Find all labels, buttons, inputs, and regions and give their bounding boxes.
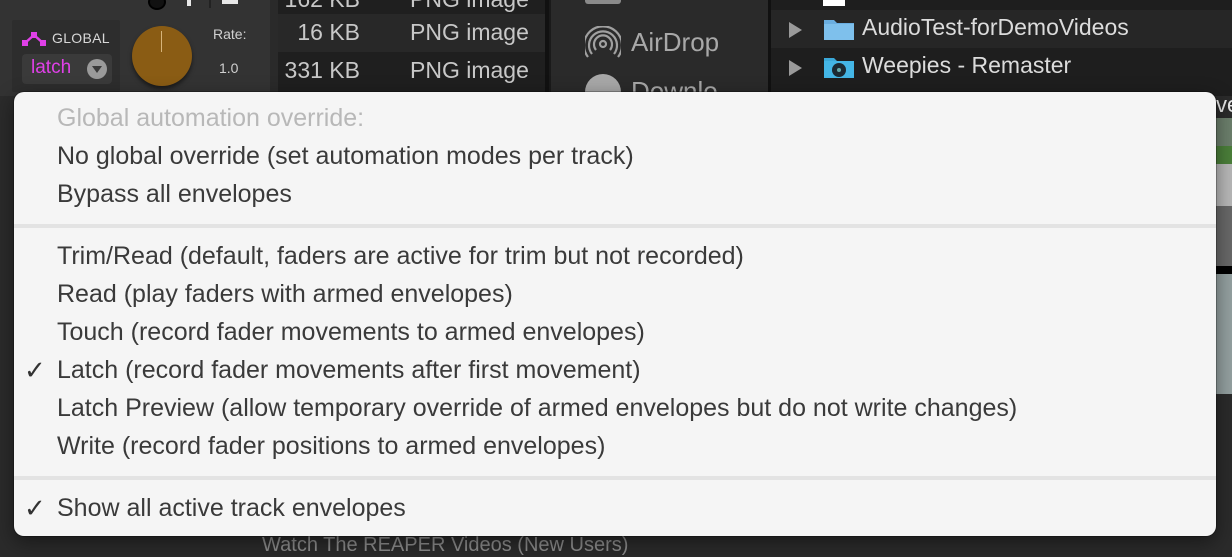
toolbar-separator — [209, 0, 211, 8]
file-row[interactable]: 331 KB PNG image — [278, 52, 545, 90]
folder-icon — [824, 20, 854, 40]
menu-item-label: Bypass all envelopes — [57, 180, 292, 208]
finder-sidebar: AirDrop Downlo — [549, 0, 770, 110]
menu-header: Global automation override: — [14, 99, 1216, 137]
file-size: 331 KB — [284, 57, 360, 83]
menu-item-trim-read[interactable]: Trim/Read (default, faders are active fo… — [14, 237, 1216, 275]
automation-override-menu: Global automation override: No global ov… — [14, 92, 1216, 536]
menu-item-label: Trim/Read (default, faders are active fo… — [57, 242, 744, 270]
finder-file-list: 162 KB PNG image 16 KB PNG image 331 KB … — [270, 0, 553, 96]
tree-item-name: AudioTest-forDemoVideos — [862, 14, 1129, 40]
background-strip-segment — [1216, 118, 1232, 146]
tree-row[interactable]: AudioTest-forDemoVideos — [771, 10, 1232, 48]
sidebar-item-label: AirDrop — [631, 27, 720, 57]
background-strip-segment — [1216, 146, 1232, 164]
background-partial-text: ve — [1216, 92, 1232, 117]
background-link-text: Watch The REAPER Videos (New Users) — [262, 534, 629, 556]
tree-row[interactable] — [771, 0, 1232, 10]
menu-header-label: Global automation override: — [57, 104, 365, 132]
chevron-down-icon — [87, 59, 107, 79]
rate-label: Rate: — [213, 26, 247, 42]
automation-mode-dropdown[interactable]: latch — [22, 54, 112, 84]
tree-row[interactable]: Weepies - Remaster — [771, 48, 1232, 86]
menu-item-read[interactable]: Read (play faders with armed envelopes) — [14, 275, 1216, 313]
menu-item-bypass-all-envelopes[interactable]: Bypass all envelopes — [14, 175, 1216, 213]
minus-icon[interactable] — [222, 0, 238, 4]
folder-icon — [585, 0, 621, 4]
envelope-icon — [22, 32, 46, 46]
menu-item-label: Touch (record fader movements to armed e… — [57, 318, 645, 346]
file-row[interactable]: 16 KB PNG image — [278, 14, 545, 52]
menu-item-label: Read (play faders with armed envelopes) — [57, 280, 513, 308]
disclosure-triangle-icon[interactable] — [789, 60, 802, 76]
tree-item-name: Weepies - Remaster — [862, 52, 1072, 78]
menu-item-label: Write (record fader positions to armed e… — [57, 432, 606, 460]
file-kind: PNG image — [410, 19, 529, 45]
background-strip-segment — [1216, 164, 1232, 206]
playrate-knob[interactable] — [132, 26, 192, 86]
plus-icon[interactable] — [182, 0, 196, 6]
background-strip-segment — [1216, 206, 1232, 266]
automation-mode-value: latch — [31, 57, 72, 78]
menu-item-label: No global override (set automation modes… — [57, 142, 634, 170]
menu-item-write[interactable]: Write (record fader positions to armed e… — [14, 427, 1216, 465]
global-label: GLOBAL — [52, 30, 110, 46]
music-folder-icon — [824, 58, 854, 78]
record-icon[interactable] — [148, 0, 166, 10]
menu-item-show-all-envelopes[interactable]: ✓ Show all active track envelopes — [14, 489, 1216, 527]
menu-item-latch[interactable]: ✓ Latch (record fader movements after fi… — [14, 351, 1216, 389]
menu-item-label: Show all active track envelopes — [57, 494, 406, 522]
rate-value: 1.0 — [219, 60, 239, 76]
background-strip-segment — [1216, 266, 1232, 274]
checkmark-icon: ✓ — [24, 355, 46, 385]
menu-item-touch[interactable]: Touch (record fader movements to armed e… — [14, 313, 1216, 351]
file-kind: PNG image — [410, 57, 529, 83]
menu-separator — [14, 476, 1216, 480]
menu-item-latch-preview[interactable]: Latch Preview (allow temporary override … — [14, 389, 1216, 427]
checkmark-icon: ✓ — [24, 493, 46, 523]
background-strip-segment — [1216, 274, 1232, 394]
menu-item-no-global-override[interactable]: No global override (set automation modes… — [14, 137, 1216, 175]
reaper-toolbar — [130, 0, 270, 10]
menu-item-label: Latch Preview (allow temporary override … — [57, 394, 1018, 422]
file-kind: PNG image — [410, 0, 529, 13]
menu-separator — [14, 224, 1216, 228]
disclosure-triangle-icon[interactable] — [789, 22, 802, 38]
menu-item-label: Latch (record fader movements after firs… — [57, 356, 641, 384]
file-icon — [823, 0, 845, 6]
global-automation-box: GLOBAL latch — [12, 20, 120, 92]
file-size: 162 KB — [285, 0, 360, 13]
reaper-transport-panel: GLOBAL latch Rate: 1.0 — [0, 0, 270, 96]
file-size: 16 KB — [297, 19, 360, 45]
airdrop-icon — [585, 26, 621, 58]
finder-tree-view: AudioTest-forDemoVideos Weepies - Remast… — [771, 0, 1232, 96]
